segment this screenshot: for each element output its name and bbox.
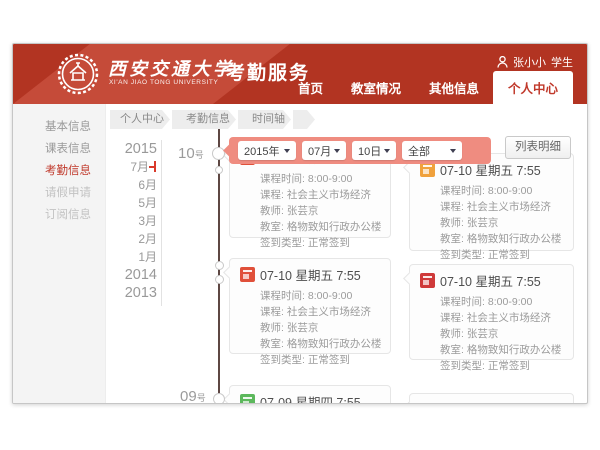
university-logo-icon [57, 53, 99, 95]
timeline-node [215, 166, 223, 174]
timeline-month-6[interactable]: 6月 [101, 176, 157, 194]
sign-status-icon [420, 162, 435, 177]
day-dropdown[interactable]: 10日 [352, 141, 396, 160]
chevron-down-icon [450, 149, 456, 153]
timeline-month-7-selected[interactable]: 7月 [101, 158, 157, 176]
app-window: 西安交通大学 XI'AN JIAO TONG UNIVERSITY 考勤服务 张… [12, 43, 588, 404]
timeline-month-5[interactable]: 5月 [101, 194, 157, 212]
breadcrumb-tail-decoration [293, 110, 315, 129]
chevron-down-icon [284, 149, 290, 153]
timeline-node [215, 275, 224, 284]
month-dropdown[interactable]: 07月 [302, 141, 346, 160]
sign-status-icon [420, 273, 435, 288]
sidebar: 基本信息 课表信息 考勤信息 请假申请 订阅信息 [13, 104, 106, 403]
timeline-month-2[interactable]: 2月 [101, 230, 157, 248]
person-icon [497, 56, 508, 68]
breadcrumb-attendance-info[interactable]: 考勤信息 [172, 110, 236, 129]
attendance-card[interactable]: 07-09 星期四 7:55 课程时间:8:00-9:00 课程:社会主义市场经… [229, 385, 391, 404]
current-month-cursor [149, 161, 157, 172]
sidebar-item-subscription[interactable]: 订阅信息 [13, 207, 105, 223]
timeline-month-3[interactable]: 3月 [101, 212, 157, 230]
university-name-en: XI'AN JIAO TONG UNIVERSITY [109, 79, 218, 86]
chevron-down-icon [334, 149, 340, 153]
nav-item-other-info[interactable]: 其他信息 [415, 72, 493, 104]
sidebar-item-basic-info[interactable]: 基本信息 [13, 119, 105, 135]
chevron-down-icon [384, 149, 390, 153]
timeline-year-2015[interactable]: 2015 [101, 140, 157, 158]
timeline-node [213, 393, 225, 404]
app-header: 西安交通大学 XI'AN JIAO TONG UNIVERSITY 考勤服务 张… [13, 44, 587, 104]
sidebar-item-attendance[interactable]: 考勤信息 [13, 163, 105, 179]
nav-item-home[interactable]: 首页 [284, 72, 337, 104]
attendance-card-partial[interactable] [409, 393, 574, 404]
breadcrumb-personal-center[interactable]: 个人中心 [110, 110, 170, 129]
attendance-card[interactable]: 07-10 星期五 7:55 课程时间:8:00-9:00 课程:社会主义市场经… [229, 258, 391, 354]
user-info[interactable]: 张小小 学生 [497, 54, 573, 70]
breadcrumb-timeline[interactable]: 时间轴 [238, 110, 291, 129]
type-dropdown[interactable]: 全部 [402, 141, 462, 160]
user-name: 张小小 [513, 54, 546, 70]
day-marker-10: 10号 [178, 145, 204, 163]
nav-item-classrooms[interactable]: 教室情况 [337, 72, 415, 104]
timeline-month-1[interactable]: 1月 [101, 248, 157, 266]
user-role: 学生 [551, 54, 573, 70]
main-nav: 首页 教室情况 其他信息 个人中心 [284, 71, 573, 104]
nav-item-personal-center[interactable]: 个人中心 [493, 71, 573, 104]
sidebar-item-timetable[interactable]: 课表信息 [13, 141, 105, 157]
attendance-card[interactable]: 07-10 星期五 7:55 课程时间:8:00-9:00 课程:社会主义市场经… [409, 153, 574, 251]
breadcrumb: 个人中心 考勤信息 时间轴 [110, 110, 317, 129]
list-detail-button[interactable]: 列表明细 [505, 136, 571, 159]
university-name: 西安交通大学 [108, 55, 234, 81]
day-marker-09: 09号 [180, 388, 206, 404]
date-filter-bar: 2015年 07月 10日 全部 [229, 137, 491, 164]
timeline-node [215, 261, 224, 270]
mini-timeline-divider [161, 140, 162, 306]
attendance-card[interactable]: 07-10 星期五 7:55 课程时间:8:00-9:00 课程:社会主义市场经… [409, 264, 574, 360]
year-month-list: 2015 7月 6月 5月 3月 2月 1月 2014 2013 [101, 140, 157, 302]
sidebar-item-leave-request[interactable]: 请假申请 [13, 185, 105, 201]
sign-status-icon [240, 394, 255, 404]
timeline-year-2013[interactable]: 2013 [101, 284, 157, 302]
year-dropdown[interactable]: 2015年 [238, 141, 296, 160]
sign-status-icon [240, 267, 255, 282]
timeline-year-2014[interactable]: 2014 [101, 266, 157, 284]
